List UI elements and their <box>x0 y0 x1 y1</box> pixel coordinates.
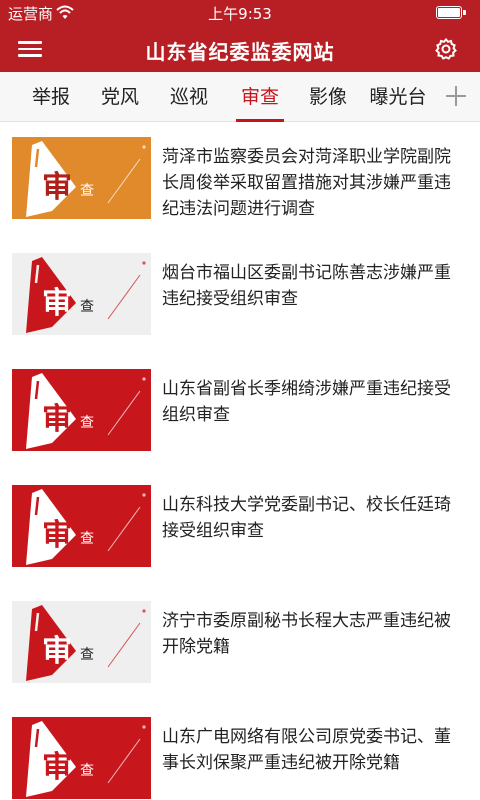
thumbnail-big-char: 审 <box>42 286 72 321</box>
decor-dot <box>142 725 146 729</box>
status-bar: 运营商 上午9:53 <box>0 0 480 26</box>
decor-dot <box>142 377 146 381</box>
tab-video[interactable]: 影像 <box>305 72 351 122</box>
decor-dot <box>30 513 34 517</box>
gear-icon[interactable] <box>434 37 458 61</box>
news-title: 济宁市委原副秘书长程大志严重违纪被开除党籍 <box>162 611 451 657</box>
news-title: 菏泽市监察委员会对菏泽职业学院副院长周俊举采取留置措施对其涉嫌严重违纪违法问题进… <box>162 147 451 219</box>
decor-dot <box>30 165 34 169</box>
thumbnail-big-char: 审 <box>42 634 72 669</box>
tab-inspection[interactable]: 巡视 <box>166 72 212 122</box>
news-title: 山东科技大学党委副书记、校长任廷琦接受组织审查 <box>162 495 451 541</box>
news-title: 烟台市福山区委副书记陈善志涉嫌严重违纪接受组织审查 <box>162 263 451 309</box>
news-list: 审查 菏泽市监察委员会对菏泽职业学院副院长周俊举采取留置措施对其涉嫌严重违纪违法… <box>0 122 480 800</box>
news-title: 山东省副省长季缃绮涉嫌严重违纪接受组织审查 <box>162 379 451 425</box>
news-item[interactable]: 审查 济宁市委原副秘书长程大志严重违纪被开除党籍 <box>0 586 480 702</box>
news-thumbnail: 审查 <box>12 369 151 451</box>
news-thumbnail: 审查 <box>12 253 151 335</box>
thumbnail-big-char: 审 <box>42 750 72 785</box>
decor-dot <box>30 629 34 633</box>
battery-icon <box>436 6 462 19</box>
thumbnail-small-char: 查 <box>80 183 94 199</box>
plus-icon[interactable] <box>444 84 468 108</box>
thumbnail-small-char: 查 <box>80 415 94 431</box>
thumbnail-big-char: 审 <box>42 518 72 553</box>
page-title: 山东省纪委监委网站 <box>145 40 335 64</box>
news-item[interactable]: 审查 山东广电网络有限公司原党委书记、董事长刘保聚严重违纪被开除党籍 <box>0 702 480 800</box>
tab-review[interactable]: 审查 <box>236 72 284 122</box>
app-header: 山东省纪委监委网站 <box>0 26 480 72</box>
news-item[interactable]: 审查 山东省副省长季缃绮涉嫌严重违纪接受组织审查 <box>0 354 480 470</box>
news-thumbnail: 审查 <box>12 137 151 219</box>
news-item[interactable]: 审查 菏泽市监察委员会对菏泽职业学院副院长周俊举采取留置措施对其涉嫌严重违纪违法… <box>0 122 480 238</box>
thumbnail-small-char: 查 <box>80 299 94 315</box>
decor-dot <box>30 745 34 749</box>
decor-dot <box>142 609 146 613</box>
tab-party-style[interactable]: 党风 <box>97 72 143 122</box>
decor-dot <box>142 493 146 497</box>
thumbnail-big-char: 审 <box>42 402 72 437</box>
tab-exposure[interactable]: 曝光台 <box>366 72 430 122</box>
news-thumbnail: 审查 <box>12 717 151 799</box>
battery-tip <box>463 10 466 15</box>
news-thumbnail: 审查 <box>12 601 151 683</box>
thumbnail-small-char: 查 <box>80 531 94 547</box>
news-thumbnail: 审查 <box>12 485 151 567</box>
tab-report[interactable]: 举报 <box>28 72 74 122</box>
news-item[interactable]: 审查 烟台市福山区委副书记陈善志涉嫌严重违纪接受组织审查 <box>0 238 480 354</box>
thumbnail-small-char: 查 <box>80 763 94 779</box>
news-item[interactable]: 审查 山东科技大学党委副书记、校长任廷琦接受组织审查 <box>0 470 480 586</box>
decor-dot <box>30 397 34 401</box>
thumbnail-big-char: 审 <box>42 170 72 205</box>
news-title: 山东广电网络有限公司原党委书记、董事长刘保聚严重违纪被开除党籍 <box>162 727 451 773</box>
decor-dot <box>142 145 146 149</box>
category-tabs: 举报 党风 巡视 审查 影像 曝光台 <box>0 72 480 122</box>
decor-dot <box>142 261 146 265</box>
thumbnail-small-char: 查 <box>80 647 94 663</box>
decor-dot <box>30 281 34 285</box>
clock: 上午9:53 <box>208 5 272 23</box>
